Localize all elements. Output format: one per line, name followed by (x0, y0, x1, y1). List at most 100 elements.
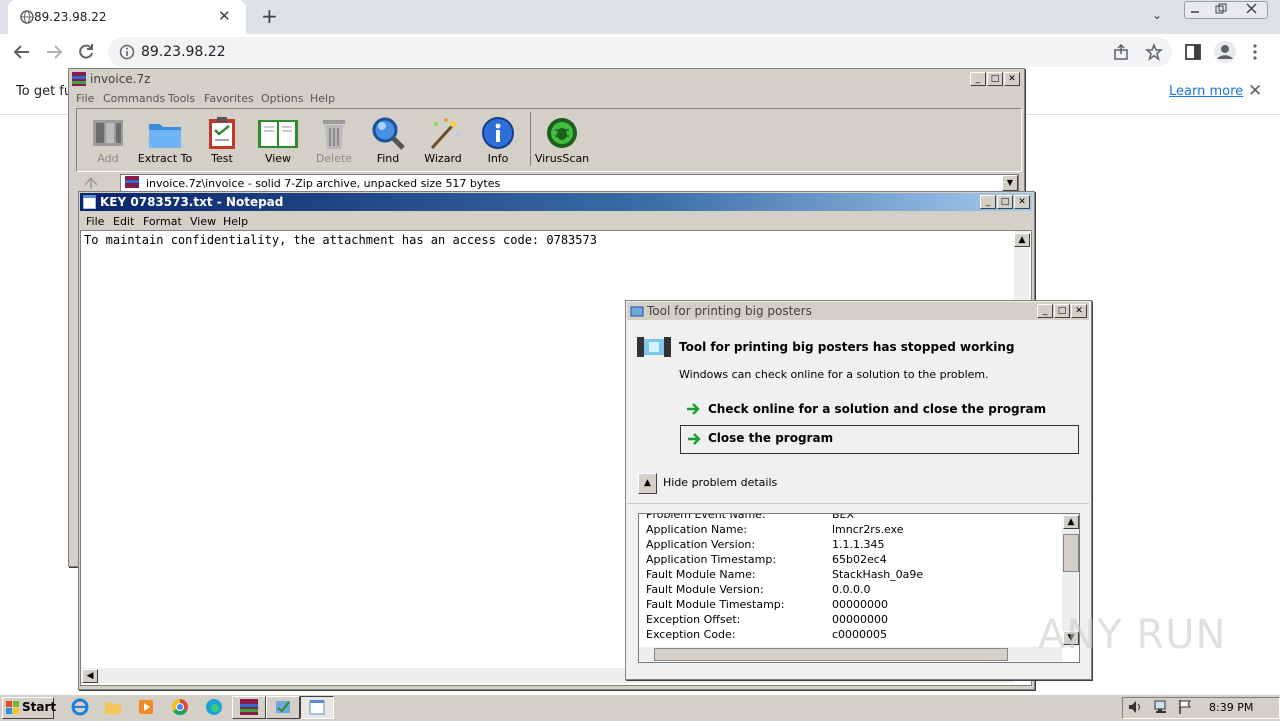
learn-more-link[interactable]: Learn more (1169, 84, 1243, 99)
program-error-icon (637, 337, 671, 357)
hide-details-toggle[interactable]: ▲ (638, 473, 657, 494)
path-dropdown-button[interactable]: ▼ (1002, 175, 1018, 191)
media-player-icon[interactable] (137, 698, 155, 716)
bookmark-star-icon[interactable] (1145, 43, 1163, 61)
side-panel-icon[interactable] (1185, 44, 1201, 60)
dialog-minimize-button[interactable]: _ (1037, 304, 1053, 318)
sevenzip-menu-favorites[interactable]: Favorites (204, 92, 254, 105)
tab-close-icon[interactable]: ✕ (218, 7, 231, 25)
notepad-maximize-button[interactable]: □ (997, 195, 1013, 209)
close-window-icon[interactable] (1246, 3, 1257, 14)
restore-icon[interactable] (1215, 3, 1227, 15)
taskbar-winrar-button[interactable] (232, 696, 266, 719)
dialog-close-button[interactable]: ✕ (1071, 304, 1087, 318)
start-button[interactable]: Start (2, 697, 57, 719)
green-arrow-icon (688, 433, 701, 445)
action-center-flag-icon[interactable] (1178, 699, 1192, 715)
reload-icon[interactable] (77, 43, 95, 61)
forward-icon[interactable] (45, 44, 63, 60)
address-bar[interactable] (108, 37, 1172, 67)
taskbar-tool-button[interactable] (266, 696, 300, 719)
notepad-menu-format[interactable]: Format (143, 215, 182, 228)
back-icon[interactable] (13, 44, 31, 60)
dialog-maximize-button[interactable]: □ (1054, 304, 1070, 318)
sevenzip-minimize-button[interactable]: _ (970, 72, 986, 86)
ie-icon[interactable] (71, 698, 89, 716)
site-info-icon[interactable] (119, 44, 135, 60)
sevenzip-titlebar: invoice.7z _ □ ✕ (70, 70, 1022, 88)
details-scroll-thumb[interactable] (1063, 534, 1079, 572)
detail-key: Problem Event Name: (646, 513, 766, 521)
extract-folder-icon (149, 124, 181, 148)
system-tray (1122, 697, 1280, 719)
notepad-icon (309, 700, 325, 715)
notepad-scroll-up-button[interactable]: ▲ (1014, 233, 1030, 247)
toolbar-separator (530, 112, 531, 166)
details-hscroll-thumb[interactable] (654, 648, 1008, 661)
details-scroll-up-button[interactable]: ▲ (1063, 515, 1079, 529)
sevenzip-menu-help[interactable]: Help (310, 92, 335, 105)
notepad-close-button[interactable]: ✕ (1014, 195, 1030, 209)
dialog-divider (627, 503, 1089, 504)
winrar-app-icon (72, 72, 86, 86)
problem-details-box[interactable]: Problem Event Name: BEX Application Name… (638, 513, 1080, 663)
notepad-content: To maintain confidentiality, the attachm… (84, 233, 597, 247)
detail-key: Application Timestamp: (646, 553, 777, 566)
sevenzip-menu-options[interactable]: Options (261, 92, 303, 105)
notepad-menu-help[interactable]: Help (223, 215, 248, 228)
notepad-menu-file[interactable]: File (86, 215, 104, 228)
folder-icon[interactable] (104, 698, 122, 716)
tool-test-button[interactable]: Test (190, 110, 254, 168)
tool-info-button[interactable]: Info (466, 110, 530, 168)
chrome-icon[interactable] (171, 698, 189, 716)
dialog-app-icon (630, 306, 644, 317)
detail-value: BEX (832, 513, 855, 521)
new-tab-button[interactable]: + (261, 4, 278, 28)
start-label: Start (22, 700, 57, 714)
tab-search-chevron-icon[interactable]: ⌄ (1152, 8, 1162, 22)
minimize-icon[interactable] (1190, 4, 1200, 14)
hide-details-label[interactable]: Hide problem details (663, 476, 777, 489)
share-icon[interactable] (1113, 44, 1131, 60)
tool-view-button[interactable]: View (246, 110, 310, 168)
globe-icon (20, 10, 34, 24)
check-online-option[interactable]: Check online for a solution and close th… (680, 396, 1078, 422)
view-book-icon (258, 120, 298, 148)
sevenzip-menu-file[interactable]: File (76, 92, 94, 105)
tool-extract-to-button[interactable]: Extract To (133, 110, 197, 168)
notepad-scroll-left-button[interactable]: ◀ (82, 669, 98, 683)
sevenzip-menubar: File Commands Tools Favorites Options He… (70, 89, 1022, 107)
notepad-app-icon (83, 195, 96, 209)
install-tool-icon (276, 701, 290, 713)
sevenzip-menu-commands[interactable]: Commands (103, 92, 165, 105)
close-program-option[interactable]: Close the program (680, 425, 1079, 454)
tab-title: 89.23.98.22 (34, 10, 107, 24)
check-online-label: Check online for a solution and close th… (708, 402, 1047, 416)
virusscan-bug-icon (547, 118, 577, 148)
notepad-menu-edit[interactable]: Edit (113, 215, 134, 228)
detail-value: StackHash_0a9e (832, 568, 924, 581)
anyrun-watermark: ANY RUN (1038, 612, 1227, 658)
taskbar-notepad-button[interactable] (300, 696, 334, 719)
detail-key: Application Name: (646, 523, 748, 536)
profile-avatar-icon[interactable] (1213, 40, 1237, 64)
tool-virusscan-button[interactable]: VirusScan (530, 110, 594, 168)
error-subtext: Windows can check online for a solution … (679, 368, 989, 381)
detail-key: Exception Offset: (646, 613, 741, 626)
notepad-minimize-button[interactable]: _ (980, 195, 996, 209)
sevenzip-close-button[interactable]: ✕ (1004, 72, 1020, 86)
chrome-menu-icon[interactable] (1252, 43, 1258, 61)
up-folder-icon[interactable] (84, 177, 98, 189)
notepad-menu-view[interactable]: View (190, 215, 216, 228)
edge-icon[interactable] (205, 698, 223, 716)
network-icon[interactable] (1153, 699, 1169, 715)
tool-add-button[interactable]: Add (76, 110, 140, 168)
find-magnifier-icon (372, 117, 405, 150)
infobar-close-icon[interactable]: ✕ (1248, 81, 1262, 101)
volume-icon[interactable] (1128, 700, 1144, 714)
detail-value: 00000000 (832, 598, 888, 611)
tool-virusscan-label: VirusScan (534, 152, 590, 165)
sevenzip-maximize-button[interactable]: □ (987, 72, 1003, 86)
sevenzip-menu-tools[interactable]: Tools (168, 92, 195, 105)
winrar-icon (240, 699, 258, 715)
